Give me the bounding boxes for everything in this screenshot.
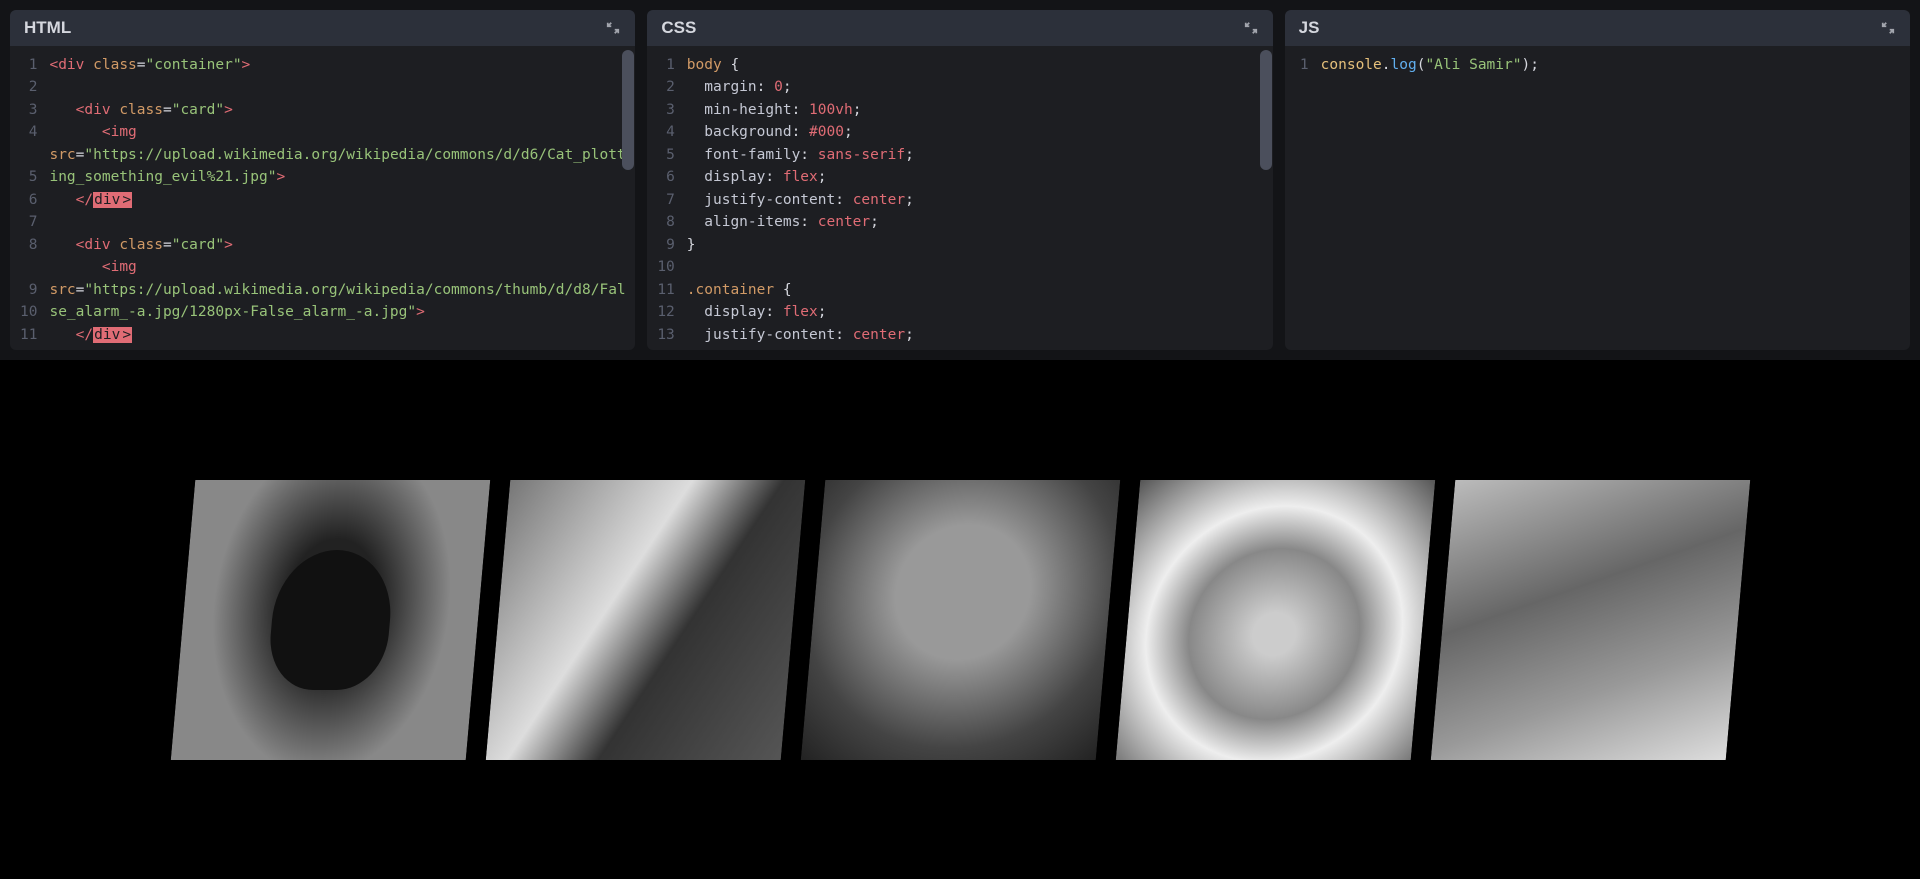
cat-image [800,480,1119,760]
js-editor[interactable]: 1 console.log("Ali Samir"); [1285,46,1910,350]
html-panel-header: HTML [10,10,635,46]
js-gutter: 1 [1285,46,1315,350]
editors-row: HTML 1234 5678 9101112 13 <div class="co… [0,0,1920,360]
collapse-icon[interactable] [1880,20,1896,36]
html-panel: HTML 1234 5678 9101112 13 <div class="co… [10,10,635,350]
css-code[interactable]: body { margin: 0; min-height: 100vh; bac… [681,46,1273,350]
css-panel-header: CSS [647,10,1272,46]
js-panel: JS 1 console.log("Ali Samir"); [1285,10,1910,350]
card-5 [1430,480,1749,760]
js-code[interactable]: console.log("Ali Samir"); [1315,46,1910,350]
css-gutter: 1234567891011121314151617181920 [647,46,680,350]
card-3 [800,480,1119,760]
cat-image [1115,480,1434,760]
html-gutter: 1234 5678 9101112 13 [10,46,43,350]
js-panel-header: JS [1285,10,1910,46]
scrollbar[interactable] [622,50,634,170]
html-editor[interactable]: 1234 5678 9101112 13 <div class="contain… [10,46,635,350]
html-code[interactable]: <div class="container"> <div class="card… [43,46,635,350]
css-panel: CSS 1234567891011121314151617181920 body… [647,10,1272,350]
cat-image [170,480,489,760]
card-1 [170,480,489,760]
cards-container [170,480,1749,760]
cat-image [485,480,804,760]
js-panel-title: JS [1299,18,1320,38]
html-panel-title: HTML [24,18,71,38]
collapse-icon[interactable] [605,20,621,36]
card-4 [1115,480,1434,760]
css-editor[interactable]: 1234567891011121314151617181920 body { m… [647,46,1272,350]
card-2 [485,480,804,760]
scrollbar[interactable] [1260,50,1272,170]
css-panel-title: CSS [661,18,696,38]
cat-image [1430,480,1749,760]
preview-pane [0,360,1920,879]
collapse-icon[interactable] [1243,20,1259,36]
